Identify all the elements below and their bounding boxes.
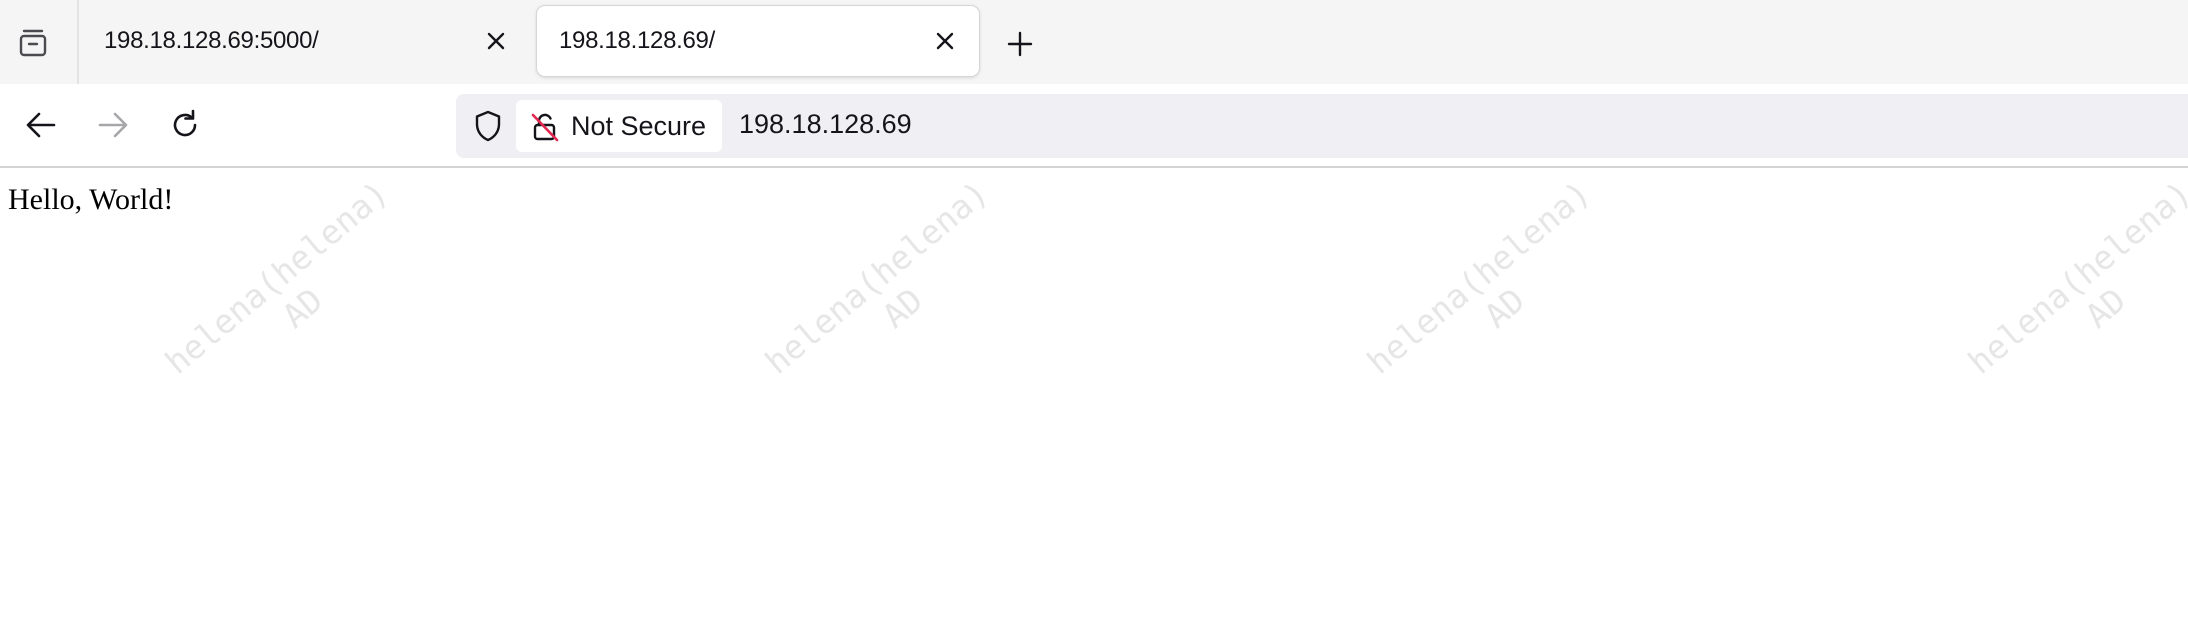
tab-inactive[interactable]: 198.18.128.69:5000/ xyxy=(82,6,530,76)
new-tab-button[interactable] xyxy=(998,22,1042,66)
navigation-bar: Not Secure 198.18.128.69 xyxy=(0,84,2188,168)
tab-list-icon xyxy=(17,27,49,59)
watermark: helena(helena) AD xyxy=(1340,168,1644,430)
watermark-line: helena(helena) xyxy=(1960,172,2188,382)
tab-list-button[interactable] xyxy=(10,20,56,66)
watermark-line: helena(helena) xyxy=(157,172,396,382)
back-arrow-icon xyxy=(24,108,58,142)
watermark: helena(helena) AD xyxy=(738,168,1042,430)
url-bar[interactable]: Not Secure 198.18.128.69 xyxy=(456,94,2188,158)
watermark-line: AD xyxy=(2077,280,2134,336)
insecure-lock-icon xyxy=(530,112,560,142)
reload-button[interactable] xyxy=(160,100,210,150)
url-text[interactable]: 198.18.128.69 xyxy=(739,109,912,140)
close-icon xyxy=(486,31,506,51)
shield-icon[interactable] xyxy=(470,108,506,144)
watermark-line: helena(helena) xyxy=(757,172,996,382)
back-button[interactable] xyxy=(16,100,66,150)
tab-close-button[interactable] xyxy=(478,23,514,59)
watermark-line: AD xyxy=(874,280,931,336)
watermark: helena(helena) AD xyxy=(1941,168,2188,430)
watermark-line: AD xyxy=(274,280,331,336)
tab-close-button[interactable] xyxy=(927,23,963,59)
site-security-button[interactable]: Not Secure xyxy=(516,100,722,152)
forward-button[interactable] xyxy=(88,100,138,150)
close-icon xyxy=(935,31,955,51)
watermark-line: AD xyxy=(1476,280,1533,336)
security-label: Not Secure xyxy=(571,110,707,141)
plus-icon xyxy=(1006,30,1034,58)
forward-arrow-icon xyxy=(96,108,130,142)
page-content: Hello, World! helena(helena) AD helena(h… xyxy=(0,168,2188,642)
watermark-line: helena(helena) xyxy=(1359,172,1598,382)
reload-icon xyxy=(168,108,202,142)
tab-title: 198.18.128.69:5000/ xyxy=(104,27,319,54)
tab-divider xyxy=(77,0,79,84)
tab-active[interactable]: 198.18.128.69/ xyxy=(537,6,979,76)
tab-title: 198.18.128.69/ xyxy=(559,27,715,54)
tab-strip: 198.18.128.69:5000/ 198.18.128.69/ xyxy=(0,0,2188,84)
watermark: helena(helena) AD xyxy=(138,168,442,430)
body-text: Hello, World! xyxy=(8,183,174,216)
